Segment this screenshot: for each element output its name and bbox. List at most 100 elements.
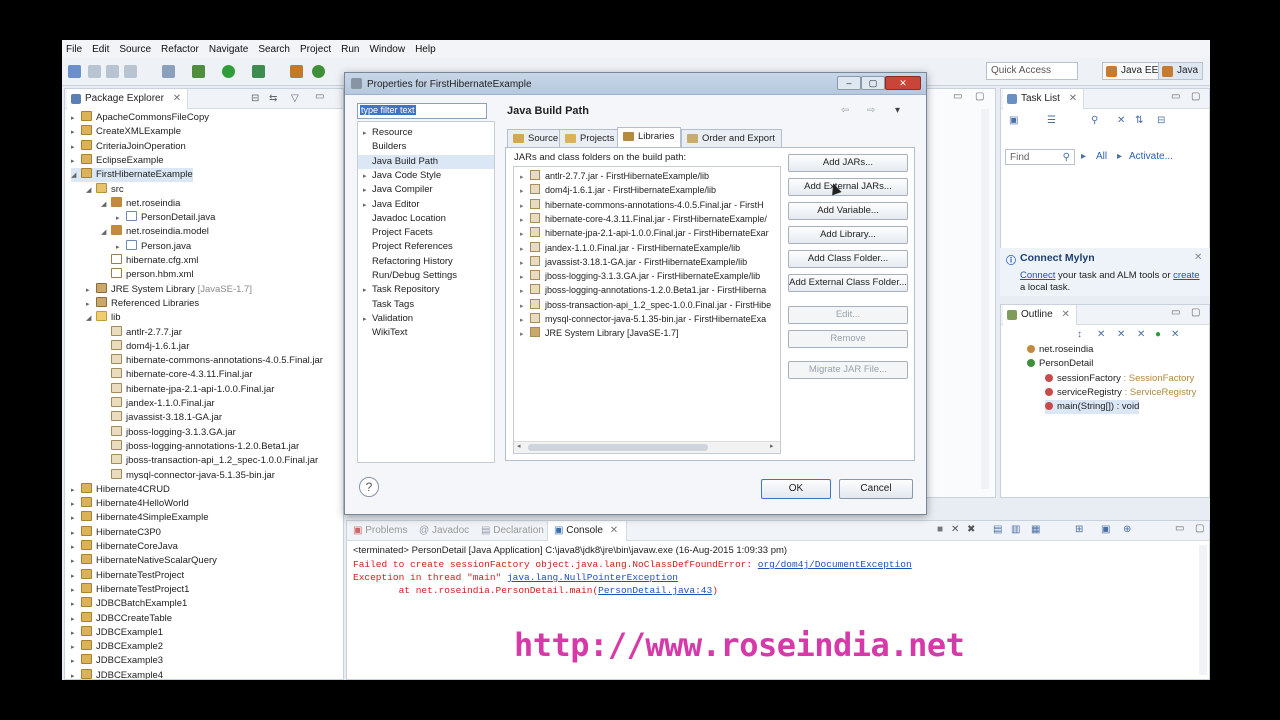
view-menu-icon[interactable]: ▽: [291, 93, 299, 104]
hide-completed-icon[interactable]: ✕: [1117, 115, 1125, 126]
expand-toggle-icon[interactable]: ▸: [71, 584, 81, 598]
property-page-item[interactable]: ▸ Java Compiler: [358, 183, 494, 197]
filter-input[interactable]: type filter text: [357, 103, 487, 119]
hide-fields-icon[interactable]: ✕: [1097, 329, 1105, 340]
maximize-button[interactable]: ▢: [861, 76, 885, 90]
tree-item[interactable]: ▸ HibernateTestProject: [71, 568, 184, 583]
expand-toggle-icon[interactable]: ▸: [86, 284, 96, 298]
expand-toggle-icon[interactable]: ▸: [116, 212, 126, 226]
tree-item[interactable]: ▸ JDBCExample3: [71, 654, 163, 668]
new-java-class-icon[interactable]: [312, 65, 325, 78]
menu-help[interactable]: Help: [415, 44, 436, 55]
clear-console-icon[interactable]: ▤: [993, 524, 1002, 535]
tree-item[interactable]: ▸ HibernateCoreJava: [71, 540, 178, 554]
quick-access-input[interactable]: Quick Access: [986, 62, 1078, 80]
menu-navigate[interactable]: Navigate: [209, 44, 248, 55]
jar-item[interactable]: ▸ jboss-transaction-api_1.2_spec-1.0.0.Fi…: [514, 298, 771, 312]
minimize-icon[interactable]: ▭: [315, 91, 324, 102]
scroll-left-icon[interactable]: ◂: [517, 442, 521, 450]
tree-item[interactable]: ▸ HibernateTestProject1: [71, 582, 189, 598]
minimize-icon[interactable]: ▭: [953, 91, 962, 102]
maximize-icon[interactable]: ▢: [1191, 307, 1200, 318]
expand-toggle-icon[interactable]: ▸: [358, 127, 372, 141]
expand-toggle-icon[interactable]: ▸: [71, 555, 81, 569]
expand-toggle-icon[interactable]: ▸: [71, 627, 81, 641]
task-list-tab[interactable]: Task List ✕: [1003, 89, 1085, 109]
scroll-right-icon[interactable]: ▸: [770, 442, 774, 450]
hide-local-types-icon[interactable]: ●: [1155, 329, 1161, 340]
tree-item[interactable]: ▸ CreateXMLExample: [71, 125, 181, 139]
expand-toggle-icon[interactable]: ▸: [514, 328, 530, 342]
expand-toggle-icon[interactable]: ▸: [358, 199, 372, 213]
expand-toggle-icon[interactable]: ▸: [71, 527, 81, 541]
collapse-all-icon[interactable]: ⊟: [251, 93, 259, 104]
outline-item[interactable]: main(String[]) : void: [1045, 400, 1140, 415]
tree-item[interactable]: jboss-logging-3.1.3.GA.jar: [101, 425, 236, 440]
expand-toggle-icon[interactable]: ◢: [101, 226, 111, 240]
connect-link[interactable]: Connect: [1020, 270, 1055, 281]
maximize-icon[interactable]: ▢: [1191, 91, 1200, 102]
expand-toggle-icon[interactable]: ▸: [71, 541, 81, 555]
outline-item[interactable]: sessionFactory : SessionFactory: [1045, 372, 1194, 386]
expand-toggle-icon[interactable]: ◢: [101, 198, 111, 212]
add-class-folder-button[interactable]: Add Class Folder...: [788, 250, 908, 268]
minimize-icon[interactable]: ▭: [1171, 307, 1180, 318]
tree-item[interactable]: ▸ Hibernate4CRUD: [71, 482, 170, 497]
expand-toggle-icon[interactable]: ▸: [71, 155, 81, 169]
property-page-item[interactable]: Project References: [358, 240, 494, 254]
property-page-item[interactable]: Java Build Path: [358, 154, 494, 169]
property-page-item[interactable]: Task Tags: [358, 298, 494, 312]
collapse-icon[interactable]: ⊟: [1157, 115, 1165, 126]
tree-item[interactable]: jboss-logging-annotations-1.2.0.Beta1.ja…: [101, 439, 299, 454]
dom4j-exception-link[interactable]: org/dom4j/DocumentException: [758, 559, 912, 570]
tree-item[interactable]: ◢ FirstHibernateExample: [71, 168, 193, 183]
expand-toggle-icon[interactable]: ▸: [71, 112, 81, 126]
expand-toggle-icon[interactable]: ▸: [71, 598, 81, 612]
property-page-item[interactable]: Run/Debug Settings: [358, 269, 494, 283]
minimize-icon[interactable]: ▭: [1175, 523, 1184, 534]
perspective-java[interactable]: Java: [1158, 62, 1204, 80]
jar-item[interactable]: ▸ antlr-2.7.7.jar - FirstHibernateExample…: [514, 169, 709, 183]
npe-link[interactable]: java.lang.NullPointerException: [507, 572, 678, 583]
outline-item[interactable]: serviceRegistry : ServiceRegistry: [1045, 386, 1196, 400]
remove-all-icon[interactable]: ✖: [967, 524, 975, 535]
property-page-item[interactable]: Refactoring History: [358, 255, 494, 269]
display-console-icon[interactable]: ▣: [1101, 524, 1110, 535]
tree-item[interactable]: jandex-1.1.0.Final.jar: [101, 397, 215, 411]
tree-item[interactable]: mysql-connector-java-5.1.35-bin.jar: [101, 468, 275, 483]
tab-source[interactable]: Source: [507, 129, 566, 147]
expand-toggle-icon[interactable]: ▸: [358, 170, 372, 184]
add-external-jars-button[interactable]: Add External JARs...: [788, 178, 908, 196]
word-wrap-icon[interactable]: ▦: [1031, 524, 1040, 535]
add-library-button[interactable]: Add Library...: [788, 226, 908, 244]
property-page-item[interactable]: ▸ Validation: [358, 312, 494, 326]
tab-javadoc[interactable]: @ Javadoc: [419, 525, 469, 536]
tree-item[interactable]: ▸ EclipseExample: [71, 153, 164, 169]
remove-launch-icon[interactable]: ✕: [951, 524, 959, 535]
sort-icon[interactable]: ↕: [1077, 329, 1082, 340]
expand-toggle-icon[interactable]: ▸: [71, 126, 81, 140]
expand-toggle-icon[interactable]: ▸: [71, 670, 81, 679]
jar-item[interactable]: ▸ hibernate-core-4.3.11.Final.jar - First…: [514, 212, 767, 226]
tree-item[interactable]: ▸ JDBCExample1: [71, 625, 163, 641]
expand-toggle-icon[interactable]: ▸: [71, 655, 81, 669]
jar-item[interactable]: ▸ dom4j-1.6.1.jar - FirstHibernateExample…: [514, 183, 716, 197]
tree-item[interactable]: ▸ JDBCExample2: [71, 640, 163, 654]
tree-item[interactable]: ▸ Referenced Libraries: [86, 296, 199, 311]
jar-item[interactable]: ▸ mysql-connector-java-5.1.35-bin.jar - F…: [514, 312, 766, 326]
run-icon[interactable]: [222, 65, 235, 78]
sync-icon[interactable]: ⇅: [1135, 115, 1143, 126]
tree-item[interactable]: ▸ ApacheCommonsFileCopy: [71, 111, 209, 125]
tree-item[interactable]: ◢ net.roseindia.model: [101, 225, 209, 239]
tree-item[interactable]: hibernate-commons-annotations-4.0.5.Fina…: [101, 354, 323, 368]
activate-link[interactable]: Activate...: [1129, 151, 1173, 162]
tree-item[interactable]: jboss-transaction-api_1.2_spec-1.0.0.Fin…: [101, 454, 318, 468]
expand-toggle-icon[interactable]: ▸: [71, 641, 81, 655]
print-icon[interactable]: [124, 65, 137, 78]
back-arrow-icon[interactable]: ⇦: [841, 105, 849, 116]
hide-static-icon[interactable]: ✕: [1117, 329, 1125, 340]
expand-toggle-icon[interactable]: ◢: [71, 169, 81, 183]
terminate-icon[interactable]: ■: [937, 524, 943, 535]
jar-item[interactable]: ▸ javassist-3.18.1-GA.jar - FirstHibernat…: [514, 255, 747, 269]
close-icon[interactable]: ✕: [610, 525, 618, 536]
